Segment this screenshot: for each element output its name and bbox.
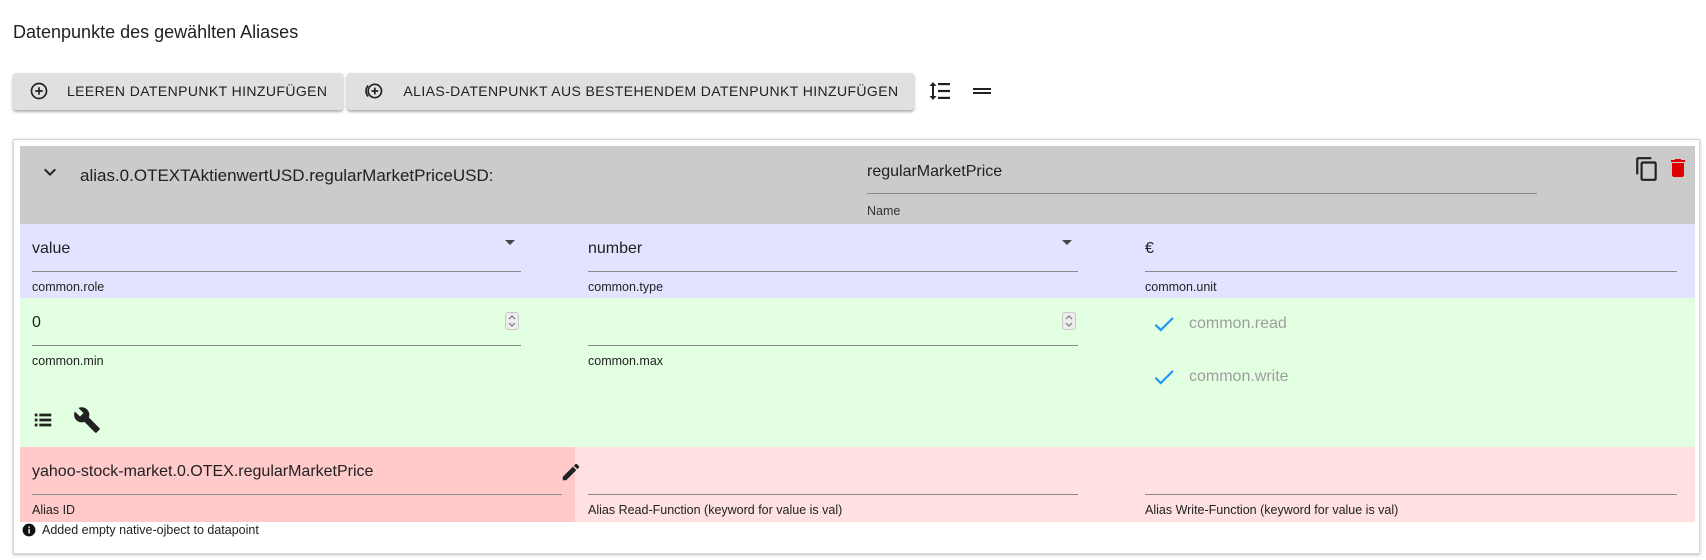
trash-icon [1671, 159, 1685, 177]
role-caret-icon[interactable] [505, 240, 515, 245]
min-stepper-icon[interactable] [505, 312, 519, 330]
read-function-underline [588, 494, 1078, 495]
datapoint-card: alias.0.OTEXTAktienwertUSD.regularMarket… [13, 139, 1700, 554]
alias-id-label: Alias ID [32, 503, 76, 517]
type-caret-icon[interactable] [1062, 240, 1072, 245]
write-function-field[interactable]: Alias Write-Function (keyword for value … [1145, 447, 1677, 522]
alias-id-cell: yahoo-stock-market.0.OTEX.regularMarketP… [20, 447, 580, 522]
write-function-label: Alias Write-Function (keyword for value … [1145, 503, 1399, 517]
add-circle-outline-icon [365, 83, 383, 99]
read-label: common.read [1189, 315, 1287, 332]
alias-id-input[interactable]: yahoo-stock-market.0.OTEX.regularMarketP… [32, 463, 373, 481]
min-field[interactable]: 0 common.min [32, 298, 521, 372]
datapoint-id: alias.0.OTEXTAktienwertUSD.regularMarket… [80, 166, 494, 185]
list-icon [34, 413, 52, 427]
role-field[interactable]: value common.role [32, 224, 521, 298]
add-circle-icon [30, 82, 48, 100]
copy-icon [1636, 157, 1657, 181]
limits-row: 0 common.min common.max common.read comm… [20, 298, 1695, 447]
unit-underline [1145, 271, 1677, 272]
max-underline [588, 345, 1078, 346]
name-label: Name [867, 204, 901, 218]
name-field[interactable]: regularMarketPrice Name [867, 146, 1537, 224]
datapoint-header: alias.0.OTEXTAktienwertUSD.regularMarket… [20, 146, 1695, 224]
collapse-all-button[interactable] [962, 71, 1002, 111]
info-icon [22, 523, 36, 537]
role-underline [32, 271, 521, 272]
common-row: value common.role number common.type € c… [20, 224, 1695, 298]
write-label: common.write [1189, 368, 1289, 385]
info-message: Added empty native-ojbect to datapoint [22, 523, 259, 537]
toolbar: LEEREN DATENPUNKT HINZUFÜGEN ALIAS-DATEN… [13, 72, 1002, 110]
wrench-icon [74, 407, 100, 433]
conversion-editor-button[interactable] [73, 406, 101, 439]
name-underline [867, 193, 1537, 194]
alias-id-field[interactable]: yahoo-stock-market.0.OTEX.regularMarketP… [32, 447, 574, 522]
add-empty-datapoint-button[interactable]: LEEREN DATENPUNKT HINZUFÜGEN [13, 72, 344, 110]
pencil-icon [562, 463, 580, 481]
copy-datapoint-button[interactable] [1634, 156, 1660, 187]
delete-datapoint-button[interactable] [1666, 156, 1690, 185]
type-underline [588, 271, 1078, 272]
page: Datenpunkte des gewählten Aliases LEEREN… [0, 0, 1706, 560]
max-label: common.max [588, 354, 664, 368]
section-title: Datenpunkte des gewählten Aliases [13, 22, 299, 42]
max-stepper-icon[interactable] [1062, 312, 1076, 330]
unit-field[interactable]: € common.unit [1145, 224, 1677, 298]
edit-alias-id-button[interactable] [560, 461, 582, 488]
alias-row: yahoo-stock-market.0.OTEX.regularMarketP… [20, 447, 1695, 522]
role-select-value[interactable]: value [32, 240, 70, 258]
min-label: common.min [32, 354, 104, 368]
read-function-field[interactable]: Alias Read-Function (keyword for value i… [588, 447, 1078, 522]
alias-id-underline [32, 494, 562, 495]
checkmark-icon [1154, 317, 1174, 332]
min-underline [32, 345, 521, 346]
expand-all-button[interactable] [920, 71, 960, 111]
max-field[interactable]: common.max [588, 298, 1078, 372]
role-label: common.role [32, 280, 105, 294]
unit-input[interactable]: € [1145, 240, 1154, 258]
add-empty-datapoint-label: LEEREN DATENPUNKT HINZUFÜGEN [67, 83, 328, 99]
add-alias-datapoint-label: ALIAS-DATENPUNKT AUS BESTEHENDEM DATENPU… [403, 83, 899, 99]
info-text: Added empty native-ojbect to datapoint [42, 523, 259, 537]
read-checkbox[interactable]: common.read [1151, 311, 1287, 337]
name-input[interactable]: regularMarketPrice [867, 163, 1002, 181]
chevron-down-icon [44, 168, 56, 176]
type-label: common.type [588, 280, 664, 294]
read-function-label: Alias Read-Function (keyword for value i… [588, 503, 843, 517]
min-input[interactable]: 0 [32, 314, 41, 332]
unit-label: common.unit [1145, 280, 1217, 294]
type-select-value[interactable]: number [588, 240, 642, 258]
states-editor-button[interactable] [32, 409, 54, 436]
type-field[interactable]: number common.type [588, 224, 1078, 298]
write-checkbox[interactable]: common.write [1151, 364, 1289, 390]
checkmark-icon [1154, 370, 1174, 385]
write-function-underline [1145, 494, 1677, 495]
drag-handle-icon [973, 88, 992, 94]
add-alias-datapoint-button[interactable]: ALIAS-DATENPUNKT AUS BESTEHENDEM DATENPU… [347, 72, 915, 110]
line-height-icon [929, 82, 951, 100]
collapse-datapoint-button[interactable] [36, 158, 64, 186]
